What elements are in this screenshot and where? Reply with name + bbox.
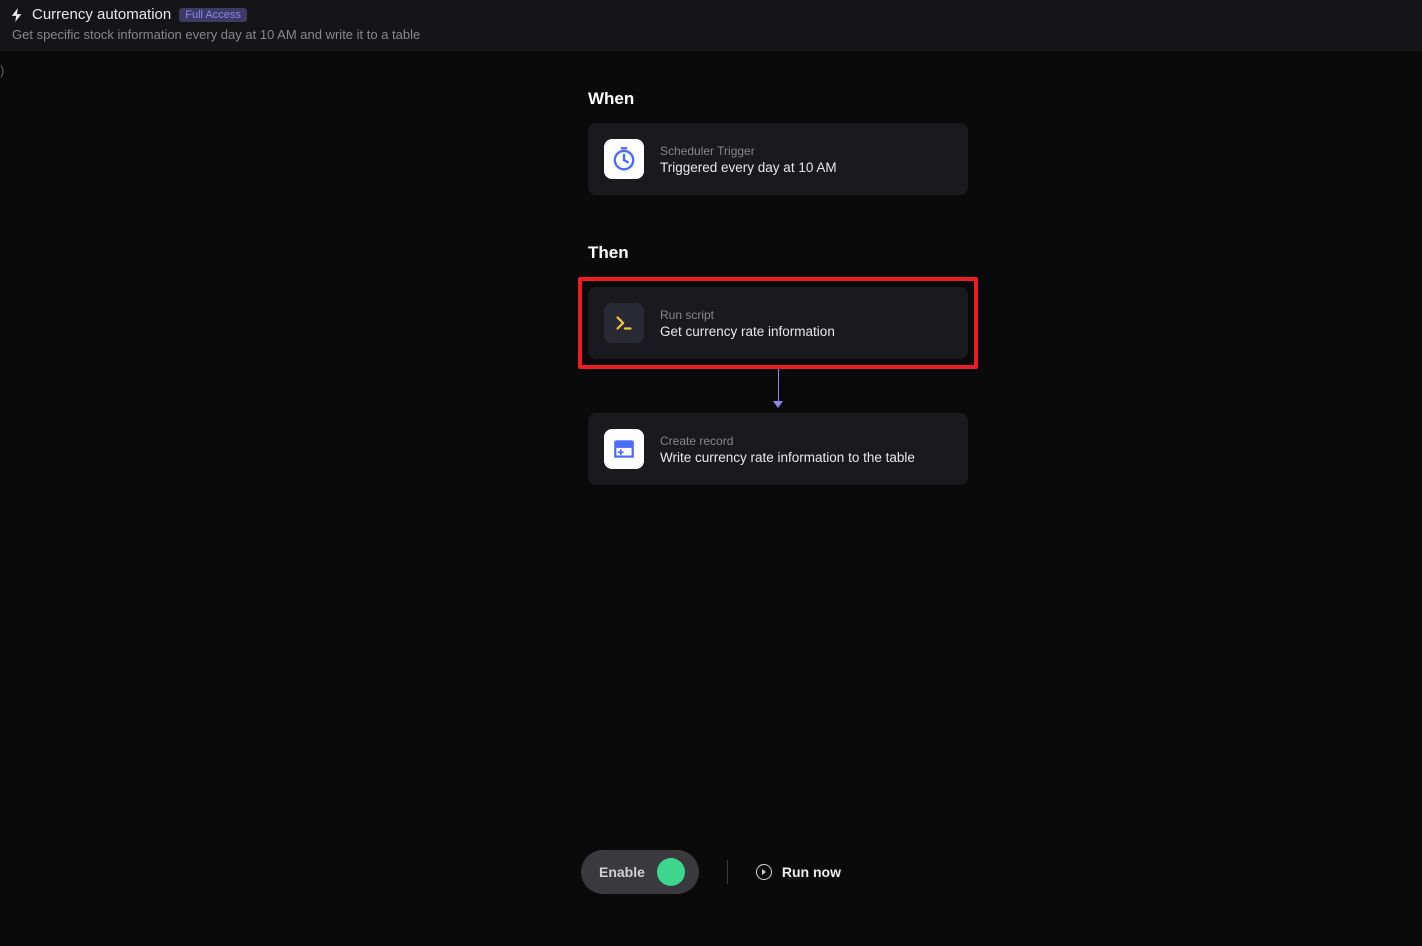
stray-paren: ) xyxy=(0,63,4,78)
play-circle-icon xyxy=(756,864,772,880)
page-header: Currency automation Full Access Get spec… xyxy=(0,0,1422,51)
then-section: Then Run script Get currency rate inform… xyxy=(588,243,968,485)
run-now-label: Run now xyxy=(782,864,841,880)
flow-container: When Scheduler Trigger Triggered every d… xyxy=(588,89,968,485)
automation-subtitle: Get specific stock information every day… xyxy=(10,27,1412,42)
connector-line xyxy=(778,369,779,405)
connector-arrow-icon xyxy=(773,401,783,409)
trigger-type: Scheduler Trigger xyxy=(660,144,837,158)
footer-divider xyxy=(727,860,728,884)
trigger-desc: Triggered every day at 10 AM xyxy=(660,160,837,175)
table-icon xyxy=(604,429,644,469)
automation-title: Currency automation xyxy=(32,6,171,23)
then-label: Then xyxy=(588,243,968,263)
bolt-icon xyxy=(10,8,24,22)
terminal-icon xyxy=(604,303,644,343)
action-desc: Write currency rate information to the t… xyxy=(660,450,915,465)
access-badge: Full Access xyxy=(179,8,247,22)
action-card-run-script[interactable]: Run script Get currency rate information xyxy=(588,287,968,359)
trigger-text: Scheduler Trigger Triggered every day at… xyxy=(660,144,837,175)
action-card-create-record[interactable]: Create record Write currency rate inform… xyxy=(588,413,968,485)
enable-label: Enable xyxy=(599,864,645,880)
toggle-dot-icon xyxy=(657,858,685,886)
when-label: When xyxy=(588,89,968,109)
flow-canvas[interactable]: ) When Scheduler Trigger Triggered every… xyxy=(0,51,1422,942)
trigger-card[interactable]: Scheduler Trigger Triggered every day at… xyxy=(588,123,968,195)
enable-toggle[interactable]: Enable xyxy=(581,850,699,894)
action-text: Run script Get currency rate information xyxy=(660,308,835,339)
highlight-box: Run script Get currency rate information xyxy=(578,277,978,369)
action-type: Run script xyxy=(660,308,835,322)
run-now-button[interactable]: Run now xyxy=(756,864,841,880)
action-text: Create record Write currency rate inform… xyxy=(660,434,915,465)
timer-icon xyxy=(604,139,644,179)
footer-controls: Enable Run now xyxy=(581,850,841,894)
connector xyxy=(588,369,968,413)
header-title-row: Currency automation Full Access xyxy=(10,6,1412,23)
action-desc: Get currency rate information xyxy=(660,324,835,339)
action-type: Create record xyxy=(660,434,915,448)
